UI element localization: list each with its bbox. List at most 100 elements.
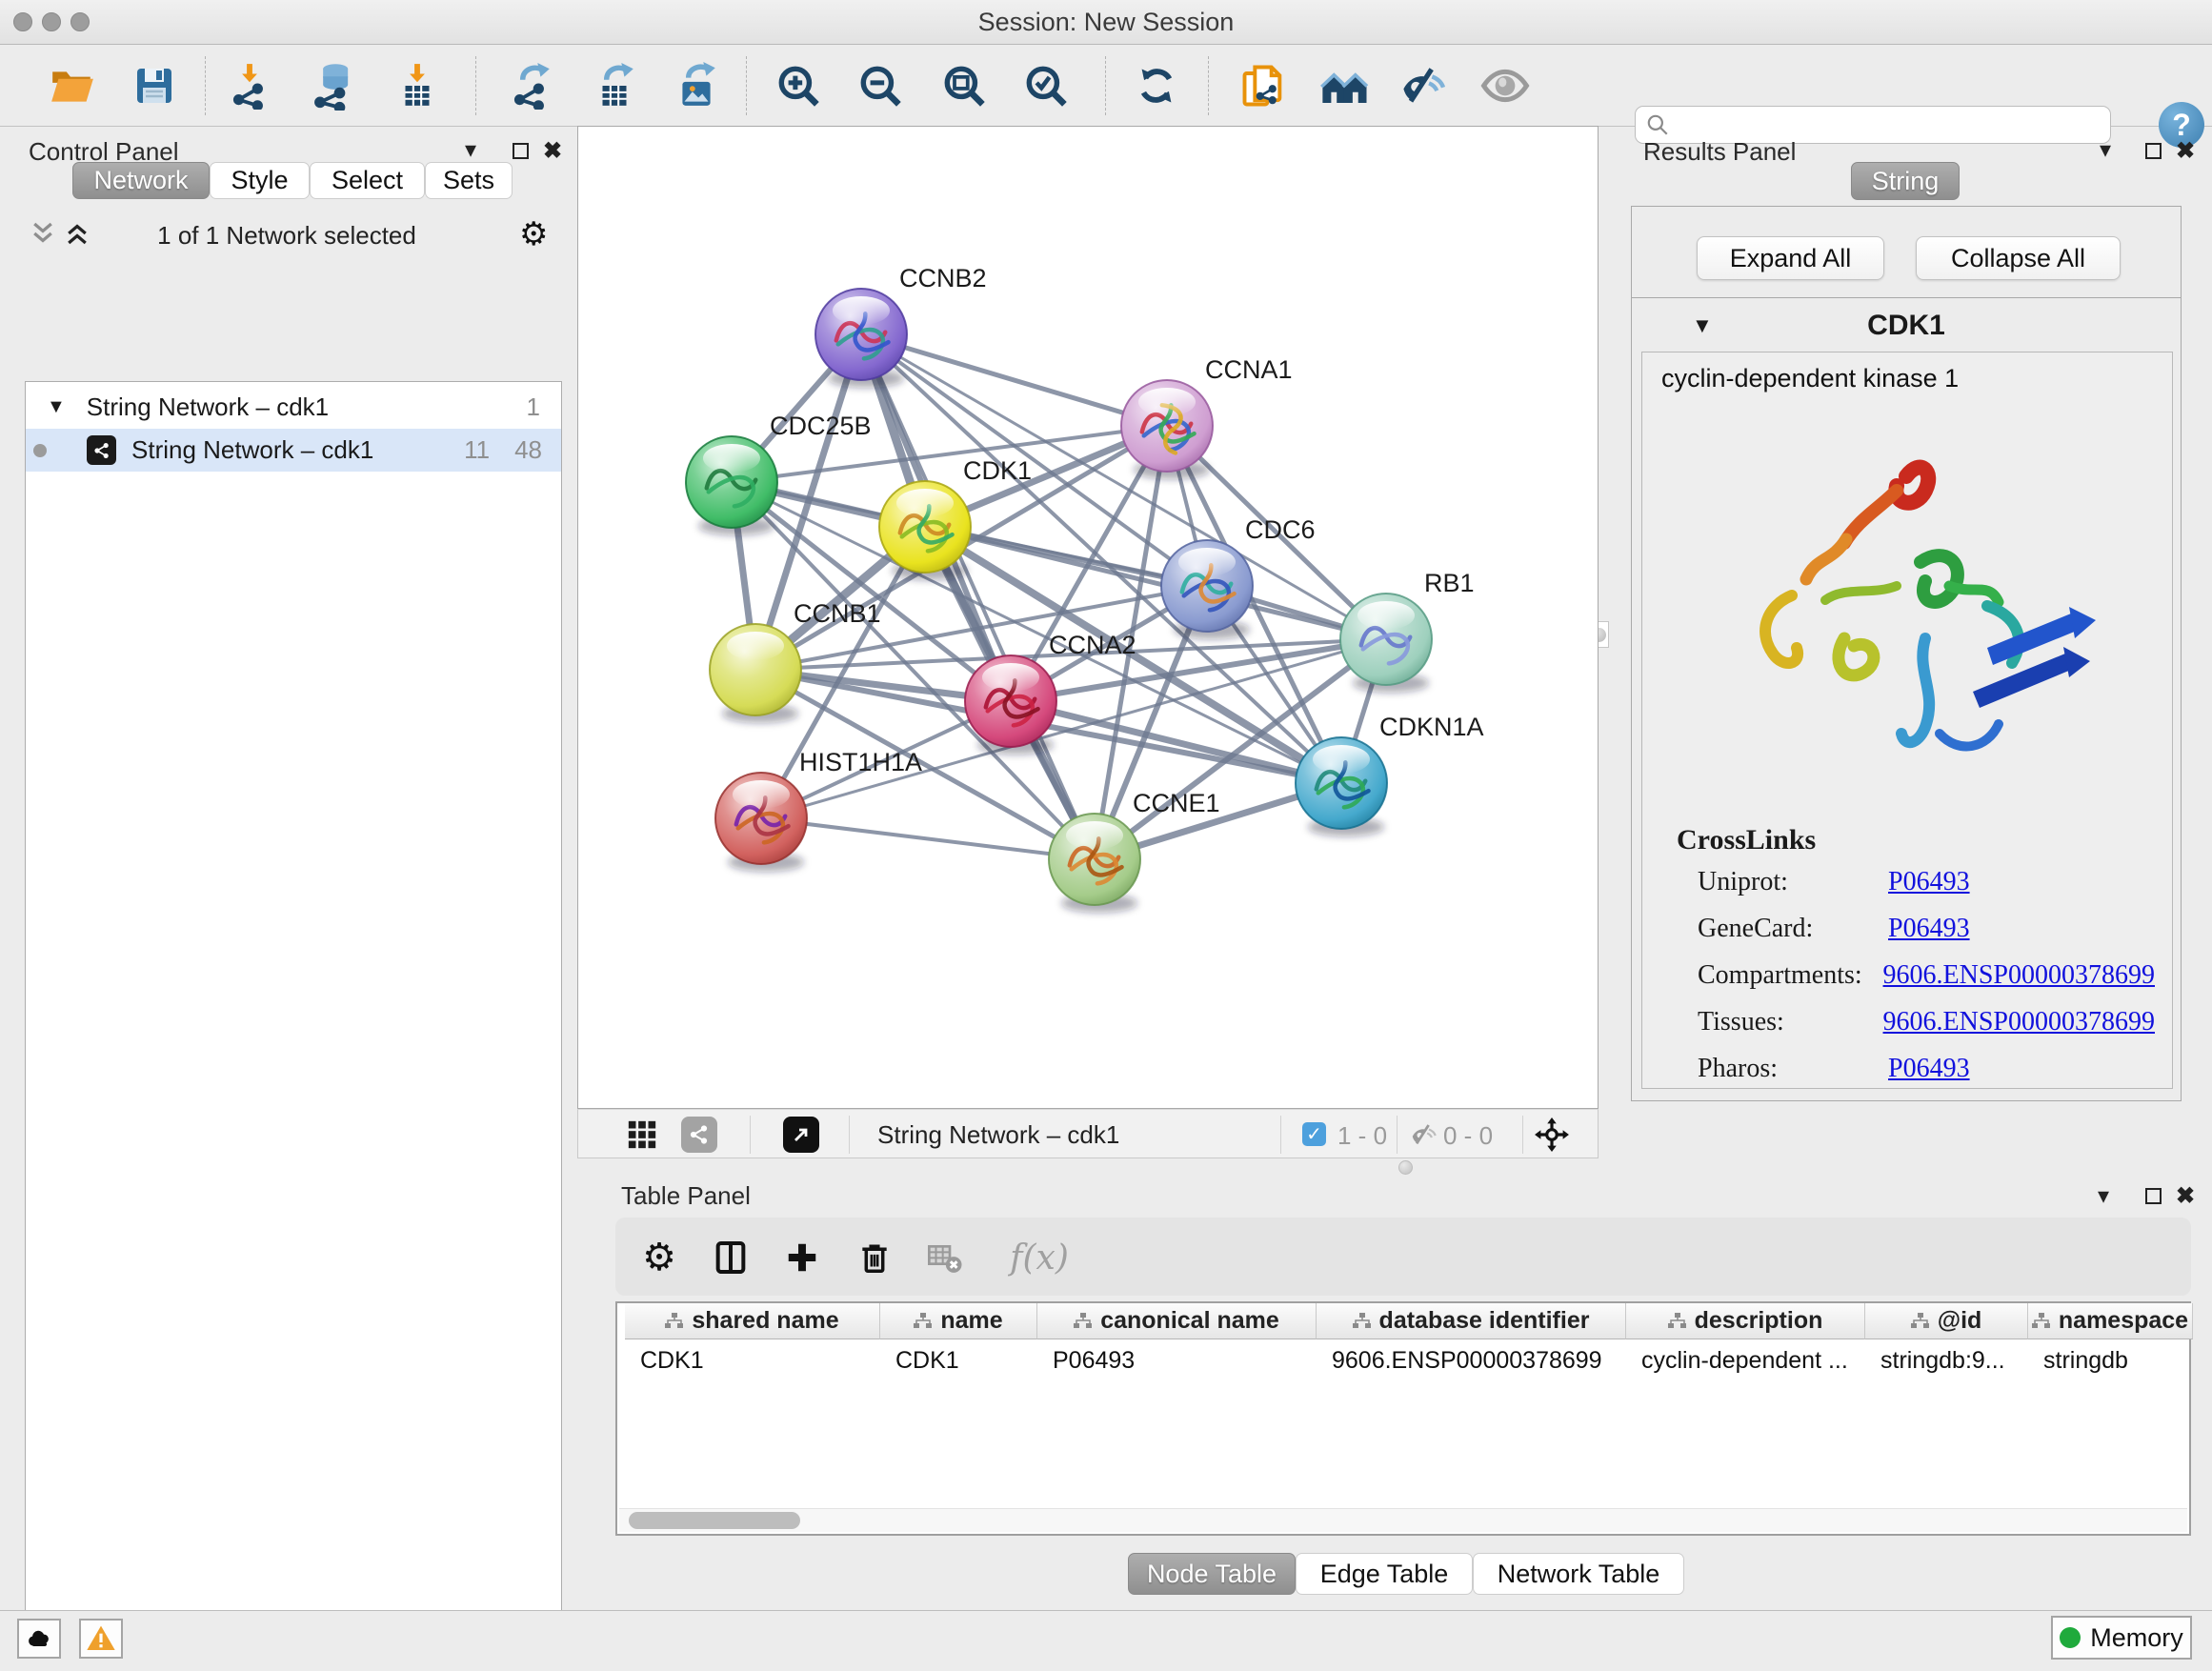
tab-select[interactable]: Select [310, 162, 425, 199]
network-node-label: CDC6 [1245, 515, 1316, 544]
scrollbar-thumb[interactable] [629, 1512, 800, 1529]
network-edge-count: 48 [514, 435, 542, 465]
network-row-selected[interactable]: String Network – cdk1 11 48 [26, 429, 561, 472]
collection-label: String Network – cdk1 [87, 393, 329, 422]
protein-structure-image [1701, 419, 2101, 800]
network-node-cdkn1a[interactable]: CDKN1A [1296, 713, 1484, 836]
cloud-icon [25, 1624, 53, 1653]
collapse-all-button[interactable]: Collapse All [1916, 236, 2121, 280]
crosslink-link[interactable]: P06493 [1888, 914, 1970, 944]
network-edge[interactable] [761, 818, 1095, 859]
maximize-panel-button[interactable] [513, 143, 529, 159]
export-image-button[interactable] [669, 58, 724, 113]
tab-sets[interactable]: Sets [425, 162, 513, 199]
results-panel: Results Panel ▾ ✖ String Expand All Coll… [1612, 126, 2212, 1610]
open-session-button[interactable] [45, 58, 100, 113]
network-node-count: 11 [464, 435, 490, 465]
crosslink-label: Pharos: [1698, 1054, 1888, 1084]
cytoscape-window: Session: New Session ? Control Panel [0, 0, 2212, 1671]
table-cell[interactable]: P06493 [1037, 1339, 1317, 1381]
column-header-canonicalname[interactable]: canonical name [1037, 1303, 1317, 1339]
create-column-button[interactable] [777, 1233, 827, 1282]
network-node-ccna1[interactable]: CCNA1 [1121, 355, 1293, 479]
memory-button[interactable]: Memory [2051, 1616, 2192, 1660]
cloud-button[interactable] [17, 1619, 61, 1659]
table-options-gear-button[interactable]: ⚙ [634, 1233, 684, 1282]
export-network-button[interactable] [503, 58, 558, 113]
network-edge[interactable] [861, 334, 1167, 426]
crosshair-icon [1534, 1117, 1570, 1153]
apply-layout-button[interactable] [1129, 58, 1184, 113]
trash-icon [856, 1239, 893, 1276]
column-header-name[interactable]: name [880, 1303, 1037, 1339]
show-graphics-details-button[interactable] [1236, 58, 1291, 113]
column-header-sharedname[interactable]: shared name [625, 1303, 880, 1339]
crosslink-row: GeneCard:P06493 [1698, 914, 2155, 944]
tab-network[interactable]: Network [72, 162, 210, 199]
show-columns-button[interactable] [706, 1233, 755, 1282]
welcome-screen-icon [1319, 60, 1371, 111]
crosslink-link[interactable]: 9606.ENSP00000378699 [1883, 960, 2155, 991]
table-cell[interactable]: CDK1 [880, 1339, 1037, 1381]
close-results-panel-button[interactable]: ✖ [2176, 140, 2195, 163]
grid-view-button[interactable] [626, 1118, 658, 1156]
network-canvas[interactable]: CCNB2CCNA1CDC25BCDK1CDC6RB1CCNB1CCNA2CDK… [577, 126, 1599, 1109]
crosslink-link[interactable]: 9606.ENSP00000378699 [1883, 1007, 2155, 1037]
zoom-selected-button[interactable] [1018, 58, 1074, 113]
birdseye-view-button[interactable] [783, 1117, 819, 1153]
function-builder-button-disabled: f(x) [996, 1233, 1082, 1282]
save-session-button[interactable] [127, 58, 182, 113]
network-node-hist1h1a[interactable]: HIST1H1A [715, 748, 922, 872]
eye-disabled-button[interactable] [1478, 58, 1533, 113]
network-node-ccnb1[interactable]: CCNB1 [710, 599, 881, 723]
network-node-ccne1[interactable]: CCNE1 [1049, 789, 1220, 913]
network-options-gear-button[interactable]: ⚙ [519, 215, 548, 253]
crosslink-label: Uniprot: [1698, 867, 1888, 897]
crosslink-row: Compartments:9606.ENSP00000378699 [1698, 960, 2155, 991]
table-cell[interactable]: 9606.ENSP00000378699 [1317, 1339, 1626, 1381]
zoom-fit-button[interactable] [936, 58, 992, 113]
collection-expand-triangle-icon[interactable]: ▼ [47, 396, 66, 418]
warnings-button[interactable] [79, 1619, 123, 1659]
import-table-button[interactable] [390, 58, 445, 113]
network-node-cdc6[interactable]: CDC6 [1161, 515, 1316, 639]
float-panel-button[interactable]: ▾ [465, 139, 476, 162]
network-node-label: CCNE1 [1133, 789, 1220, 817]
maximize-results-panel-button[interactable] [2145, 143, 2162, 159]
delete-table-button-disabled [920, 1233, 970, 1282]
fit-selected-button[interactable] [1534, 1117, 1570, 1158]
tab-style[interactable]: Style [210, 162, 310, 199]
network-view-type-button[interactable] [681, 1117, 717, 1153]
table-cell[interactable]: CDK1 [625, 1339, 880, 1381]
expand-all-button[interactable]: Expand All [1697, 236, 1884, 280]
selected-nodes-checkbox[interactable]: ✓ [1302, 1122, 1326, 1146]
network-row-label: String Network – cdk1 [131, 435, 373, 465]
tab-string[interactable]: String [1851, 162, 1960, 200]
tab-node-table[interactable]: Node Table [1128, 1553, 1296, 1595]
bottom-splitter-handle[interactable] [1398, 1160, 1413, 1175]
gene-details-box: cyclin-dependent kinase 1 [1641, 352, 2173, 1089]
column-header-databaseidentifier[interactable]: database identifier [1317, 1303, 1626, 1339]
float-results-panel-button[interactable]: ▾ [2100, 139, 2111, 162]
gene-name: CDK1 [1632, 310, 2181, 342]
export-table-button[interactable] [587, 58, 642, 113]
network-node-rb1[interactable]: RB1 [1340, 569, 1475, 693]
network-edge[interactable] [925, 527, 1386, 639]
network-node-label: CCNA2 [1049, 631, 1136, 659]
hide-graphics-details-button[interactable] [1396, 58, 1451, 113]
close-panel-button[interactable]: ✖ [543, 140, 562, 163]
tab-edge-table[interactable]: Edge Table [1296, 1553, 1473, 1595]
delete-column-button[interactable] [850, 1233, 899, 1282]
zoom-in-button[interactable] [771, 58, 826, 113]
columns-icon [712, 1238, 750, 1277]
import-network-file-button[interactable] [222, 58, 277, 113]
share-icon [688, 1123, 711, 1146]
network-status-dot-icon [33, 444, 47, 457]
zoom-in-icon [774, 62, 822, 110]
crosslink-link[interactable]: P06493 [1888, 1054, 1970, 1084]
zoom-out-button[interactable] [853, 58, 908, 113]
import-network-database-button[interactable] [306, 58, 361, 113]
network-collection-row[interactable]: ▼ String Network – cdk1 1 [26, 386, 561, 429]
welcome-screen-button[interactable] [1317, 58, 1373, 113]
crosslink-link[interactable]: P06493 [1888, 867, 1970, 897]
